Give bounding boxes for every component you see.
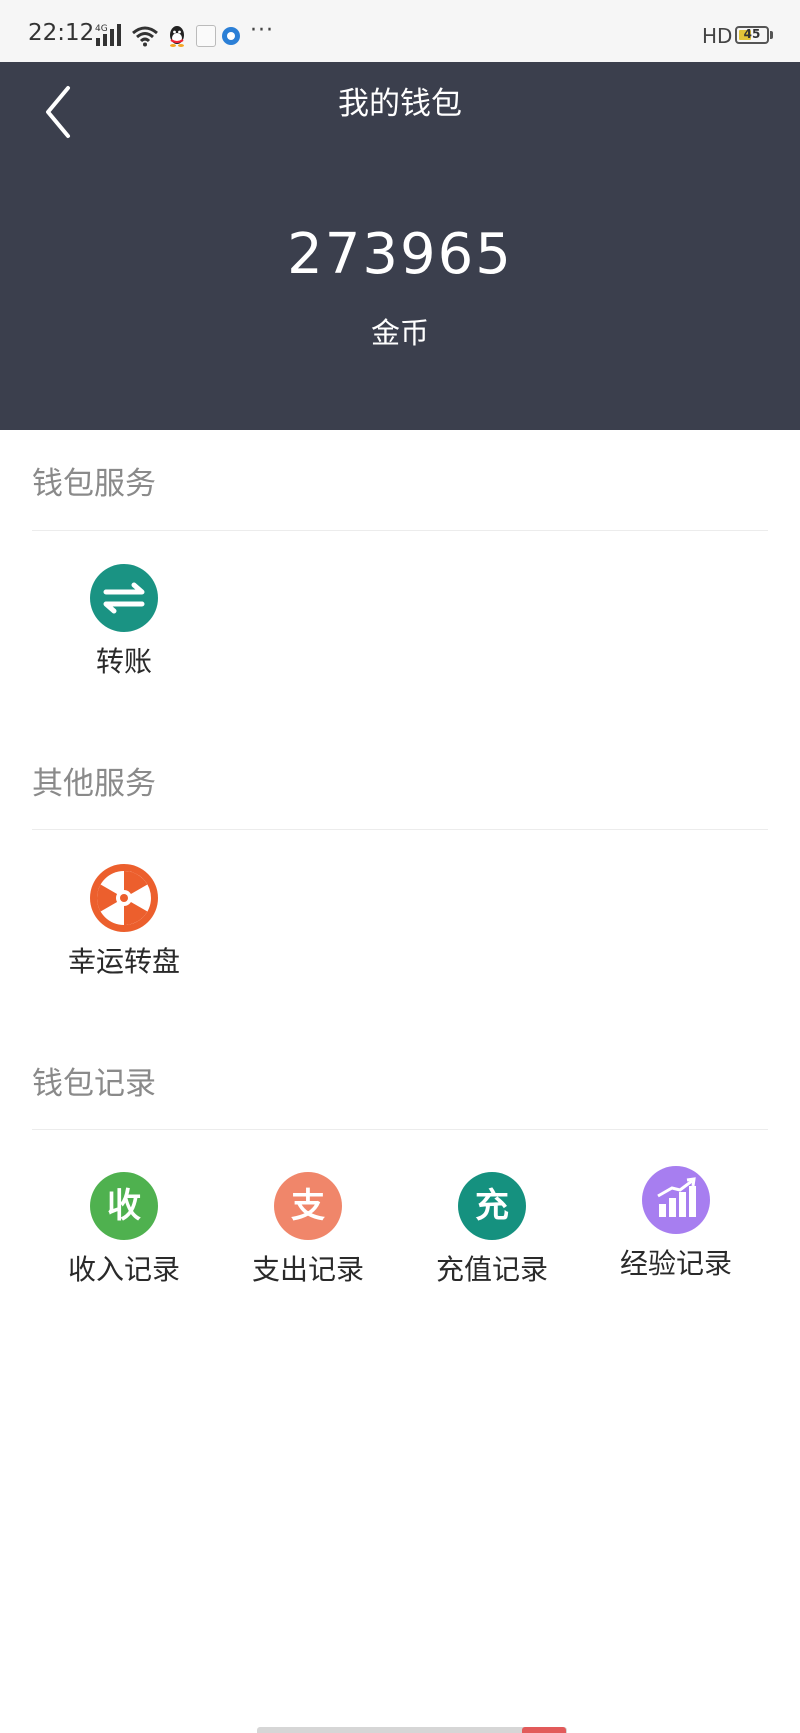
network-type-label: 4G [95,24,108,34]
battery-tip [770,31,773,39]
hd-indicator: HD [702,24,733,48]
status-bar: 22:12 4G ··· HD 45 [0,0,800,62]
home-indicator [257,1727,567,1733]
section-divider [32,530,768,531]
lucky-wheel-label: 幸运转盘 [67,945,180,978]
battery-icon: 45 [735,26,769,44]
page-title: 我的钱包 [338,86,462,122]
income-records-label: 收入记录 [67,1253,180,1286]
calendar-app-icon [196,25,216,47]
section-title-wallet-records: 钱包记录 [32,1066,156,1102]
section-divider [32,1129,768,1130]
status-time: 22:12 [28,20,95,46]
section-title-other-services: 其他服务 [32,766,156,802]
bar-chart-icon [642,1166,710,1234]
browser-app-icon [222,27,240,45]
transfer-arrows-icon [90,564,158,632]
experience-records-button[interactable]: 经验记录 [586,1166,766,1282]
income-records-button[interactable]: 收 收入记录 [34,1172,214,1288]
lucky-wheel-button[interactable]: 幸运转盘 [34,864,214,980]
transfer-button[interactable]: 转账 [34,564,214,680]
wifi-icon [132,26,158,47]
lucky-wheel-icon [90,864,158,932]
recharge-records-button[interactable]: 充 充值记录 [402,1172,582,1288]
section-title-wallet-services: 钱包服务 [32,466,156,502]
coin-balance: 273965 [287,222,513,287]
balance-unit: 金币 [370,316,429,350]
home-indicator-accent [522,1727,566,1733]
section-divider [32,829,768,830]
income-icon: 收 [90,1172,158,1240]
more-notifications-icon: ··· [250,18,274,43]
battery-level: 45 [743,27,761,41]
expense-records-button[interactable]: 支 支出记录 [218,1172,398,1288]
expense-icon: 支 [274,1172,342,1240]
experience-records-label: 经验记录 [619,1247,732,1280]
transfer-label: 转账 [95,645,152,678]
qq-icon [170,26,184,47]
expense-records-label: 支出记录 [251,1253,364,1286]
recharge-records-label: 充值记录 [435,1253,548,1286]
recharge-icon: 充 [458,1172,526,1240]
cellular-signal-icon: 4G [95,24,121,46]
wallet-header: 我的钱包 273965 金币 [0,62,800,430]
